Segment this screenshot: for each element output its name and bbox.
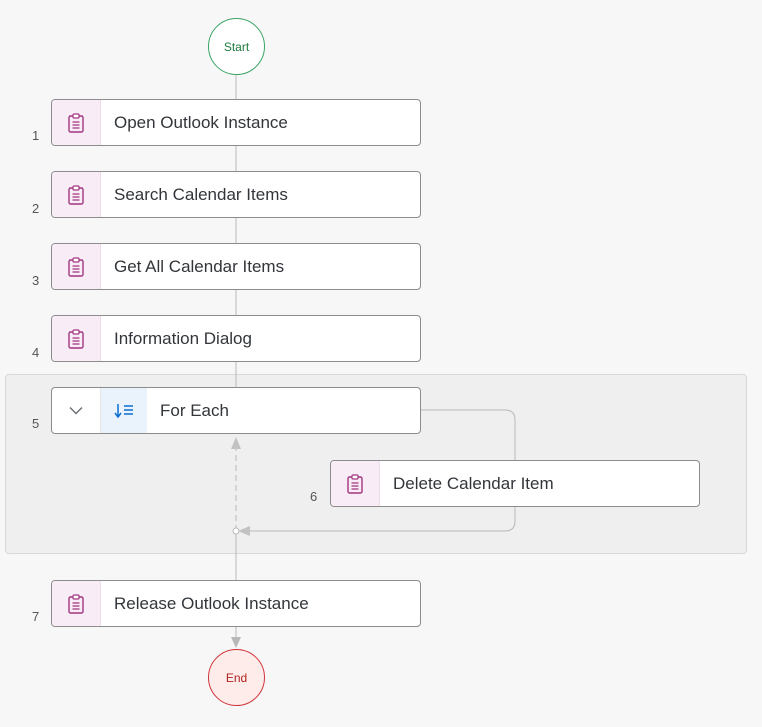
step-label: Get All Calendar Items [114,256,285,276]
step-number-6: 6 [310,489,318,504]
start-node[interactable]: Start [208,18,265,75]
step-number-2: 2 [32,201,40,216]
workflow-canvas: Start 1 Open Outlook Instance 2 Search C… [0,0,762,727]
step-label: For Each [160,400,229,420]
start-label: Start [223,39,250,54]
step-number-7: 7 [32,609,40,624]
sort-list-icon [101,388,147,433]
step-label: Delete Calendar Item [393,473,554,493]
end-node[interactable]: End [208,649,265,706]
clipboard-icon [52,172,101,217]
step-number-1: 1 [32,128,40,143]
end-arrowhead [231,637,241,648]
step-search-calendar-items[interactable]: Search Calendar Items [51,171,421,218]
clipboard-icon [331,461,380,506]
end-label: End [225,670,248,685]
step-release-outlook-instance[interactable]: Release Outlook Instance [51,580,421,627]
step-label: Open Outlook Instance [114,112,288,132]
step-get-all-calendar-items[interactable]: Get All Calendar Items [51,243,421,290]
step-label: Release Outlook Instance [114,593,309,613]
step-label: Information Dialog [114,328,252,348]
step-for-each[interactable]: For Each [51,387,421,434]
step-number-5: 5 [32,416,40,431]
clipboard-icon [52,316,101,361]
clipboard-icon [52,581,101,626]
step-open-outlook-instance[interactable]: Open Outlook Instance [51,99,421,146]
chevron-down-icon [69,407,83,415]
connector-6-return [246,507,516,532]
step-information-dialog[interactable]: Information Dialog [51,315,421,362]
step-number-4: 4 [32,345,40,360]
step-label: Search Calendar Items [114,184,288,204]
return-arrowhead [238,526,250,536]
loop-join-point [232,527,240,535]
clipboard-icon [52,100,101,145]
connector-5-6 [421,409,516,460]
loop-back-arrowhead [231,437,241,449]
clipboard-icon [52,244,101,289]
step-delete-calendar-item[interactable]: Delete Calendar Item [330,460,700,507]
step-number-3: 3 [32,273,40,288]
collapse-toggle[interactable] [52,388,101,433]
